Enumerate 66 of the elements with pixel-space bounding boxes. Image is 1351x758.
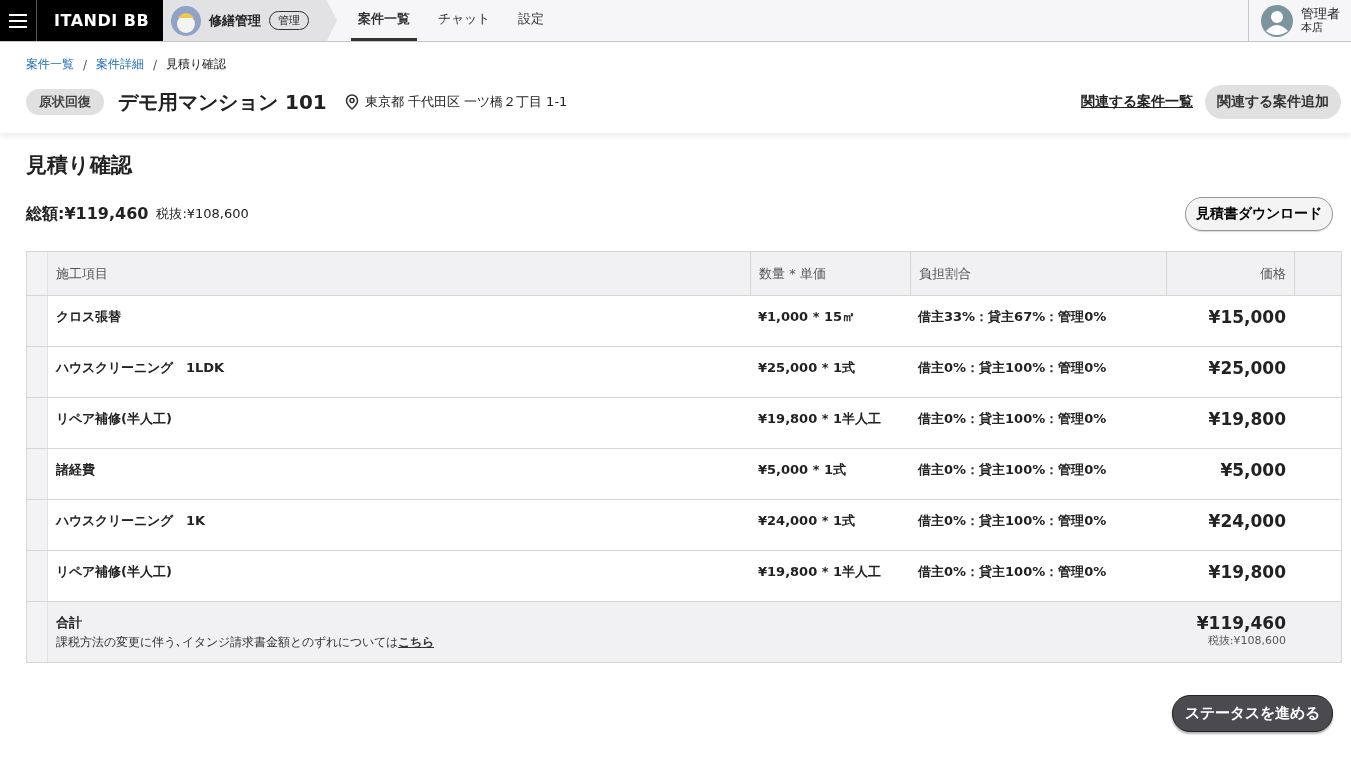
category-tag: 原状回復 xyxy=(26,89,104,115)
column-header: 数量 * 単価 xyxy=(750,252,910,295)
table-cell-text: 借主0%：貸主100%：管理0% xyxy=(916,512,1108,530)
table-cell-text: ¥1,000 * 15㎡ xyxy=(757,308,857,326)
note-link[interactable]: こちら xyxy=(398,635,434,649)
total-amount: 総額:¥119,460 xyxy=(26,203,149,225)
table-cell-text: 借主0%：貸主100%：管理0% xyxy=(916,410,1108,428)
row-gutter xyxy=(27,296,48,346)
row-gutter xyxy=(27,347,48,397)
menu-icon xyxy=(9,13,27,28)
logo[interactable]: ITANDI BB xyxy=(37,0,164,41)
table-cell-text: クロス張替 xyxy=(55,308,122,326)
table-cell-text: ¥19,800 * 1半人工 xyxy=(757,410,883,428)
user-avatar-icon xyxy=(1261,4,1293,37)
table-cell-text: ¥15,000 xyxy=(1207,306,1287,329)
row-gutter xyxy=(27,449,48,499)
add-related-case-button[interactable]: 関連する案件追加 xyxy=(1205,85,1341,119)
table-cell-text: ¥19,800 xyxy=(1207,408,1287,431)
user-store: 本店 xyxy=(1301,21,1324,34)
location-pin-icon xyxy=(344,94,359,110)
tax-note: 課税方法の変更に伴う､イタンジ請求書金額とのずれについてはこちら xyxy=(56,634,435,651)
property-name: デモ用マンション 101 xyxy=(118,88,327,116)
table-cell-text: リペア補修(半人工) xyxy=(55,410,173,428)
table-cell-text: 諸経費 xyxy=(55,461,96,479)
table-cell-text: ¥24,000 xyxy=(1207,510,1287,533)
nav-tab[interactable]: チャット xyxy=(431,0,498,41)
menu-button[interactable] xyxy=(0,0,37,41)
row-gutter xyxy=(27,500,48,550)
breadcrumb-link[interactable]: 案件詳細 xyxy=(96,56,145,73)
download-estimate-button[interactable]: 見積書ダウンロード xyxy=(1185,197,1333,231)
breadcrumb-separator: / xyxy=(153,57,158,72)
nav-tab[interactable]: 設定 xyxy=(511,0,552,41)
table-cell-text: ハウスクリーニング 1K xyxy=(54,512,207,530)
row-gutter xyxy=(27,398,48,448)
total-price: ¥119,460 xyxy=(1196,613,1286,633)
table-cell-text: 借主0%：貸主100%：管理0% xyxy=(916,563,1108,581)
property-address: 東京都 千代田区 一ツ橋２丁目 1-1 xyxy=(364,93,568,111)
user-name: 管理者 xyxy=(1301,7,1340,22)
table-cell-text: ¥5,000 xyxy=(1219,459,1287,482)
table-cell-text: 借主33%：貸主67%：管理0% xyxy=(916,308,1108,326)
service-switcher[interactable]: 修繕管理 管理 xyxy=(163,0,338,41)
table-cell-text: ¥24,000 * 1式 xyxy=(757,512,857,530)
related-cases-link[interactable]: 関連する案件一覧 xyxy=(1081,93,1193,111)
tax-excluded-amount: 税抜:¥108,600 xyxy=(156,205,249,223)
total-tax-excluded: 税抜:¥108,600 xyxy=(1207,633,1286,648)
column-header: 施工項目 xyxy=(55,264,109,283)
table-cell-text: ¥5,000 * 1式 xyxy=(757,461,848,479)
table-cell-text: ¥25,000 xyxy=(1207,357,1287,380)
column-header: 負担割合 xyxy=(910,252,1166,295)
avatar-icon xyxy=(171,5,202,36)
breadcrumb-current: 見積り確認 xyxy=(166,56,227,73)
user-menu[interactable]: 管理者 本店 xyxy=(1248,0,1351,41)
breadcrumb-link[interactable]: 案件一覧 xyxy=(26,56,74,73)
table-cell-text: ¥19,800 * 1半人工 xyxy=(757,563,883,581)
total-label: 合計 xyxy=(56,614,83,632)
column-header: 価格 xyxy=(1166,252,1294,295)
table-cell-text: ハウスクリーニング 1LDK xyxy=(54,359,226,377)
advance-status-button[interactable]: ステータスを進める xyxy=(1172,695,1333,732)
table-cell-text: 借主0%：貸主100%：管理0% xyxy=(916,461,1108,479)
table-cell-text: リペア補修(半人工) xyxy=(55,563,173,581)
table-cell-text: 借主0%：貸主100%：管理0% xyxy=(916,359,1108,377)
table-cell-text: ¥25,000 * 1式 xyxy=(757,359,857,377)
breadcrumb-separator: / xyxy=(83,57,88,72)
page-title: 見積り確認 xyxy=(26,152,134,179)
nav-tab[interactable]: 案件一覧 xyxy=(351,0,418,41)
table-cell-text: ¥19,800 xyxy=(1207,561,1287,584)
